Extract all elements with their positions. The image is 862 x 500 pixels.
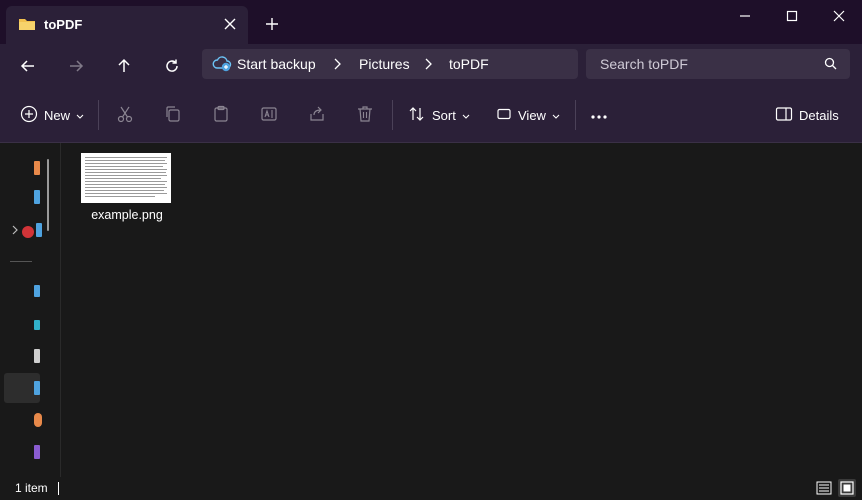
- share-icon: [308, 105, 326, 126]
- copy-button[interactable]: [164, 102, 182, 128]
- chevron-right-icon[interactable]: [424, 58, 432, 73]
- file-item[interactable]: example.png: [78, 151, 176, 229]
- search-placeholder: Search toPDF: [600, 56, 688, 72]
- arrow-up-icon[interactable]: [109, 52, 139, 80]
- breadcrumb-pictures[interactable]: Pictures: [359, 56, 410, 72]
- chevron-down-icon: [462, 108, 470, 123]
- onedrive-icon[interactable]: [36, 223, 42, 237]
- home-icon[interactable]: [34, 161, 40, 175]
- chevron-down-icon: [552, 108, 560, 123]
- plus-icon[interactable]: [262, 14, 282, 34]
- sort-button[interactable]: Sort: [408, 102, 470, 128]
- delete-icon: [356, 105, 374, 126]
- documents-icon[interactable]: [34, 349, 40, 363]
- status-bar: 1 item: [0, 477, 862, 500]
- toolbar-divider: [575, 100, 576, 130]
- close-icon[interactable]: [816, 0, 862, 32]
- breadcrumb-start-backup[interactable]: Start backup: [237, 56, 316, 72]
- search-icon[interactable]: [824, 57, 837, 73]
- details-button[interactable]: Details: [775, 102, 839, 128]
- paste-icon: [212, 105, 230, 126]
- paste-button[interactable]: [212, 102, 230, 128]
- cut-button[interactable]: [116, 102, 134, 128]
- minimize-icon[interactable]: [722, 0, 768, 32]
- toolbar-divider: [392, 100, 393, 130]
- refresh-icon[interactable]: [157, 52, 187, 80]
- details-label: Details: [799, 107, 839, 123]
- arrow-left-icon[interactable]: [13, 52, 43, 80]
- desktop-icon[interactable]: [34, 285, 40, 297]
- file-name: example.png: [91, 208, 163, 222]
- folder-icon: [18, 16, 36, 35]
- title-bar: toPDF: [0, 0, 862, 44]
- videos-icon[interactable]: [34, 445, 40, 459]
- more-options-button[interactable]: [590, 102, 608, 128]
- rename-button[interactable]: [260, 102, 278, 128]
- item-count: 1 item: [15, 481, 48, 495]
- arrow-right-icon[interactable]: [61, 52, 91, 80]
- navigation-pane[interactable]: [0, 143, 52, 477]
- downloads-icon[interactable]: [34, 320, 40, 330]
- sort-label: Sort: [432, 107, 456, 123]
- sort-icon: [408, 105, 426, 126]
- content-area: example.png: [0, 143, 862, 477]
- image-thumbnail: [81, 153, 171, 203]
- pictures-icon[interactable]: [34, 381, 40, 395]
- navigation-divider: [10, 261, 32, 262]
- ellipsis-icon: [590, 108, 608, 123]
- delete-button[interactable]: [356, 102, 374, 128]
- navigation-pane-scrollbar[interactable]: [47, 159, 49, 231]
- view-icon: [496, 106, 512, 125]
- tab-topdf[interactable]: toPDF: [6, 6, 248, 44]
- tiles-view-icon[interactable]: [838, 479, 856, 497]
- close-tab-icon[interactable]: [220, 14, 240, 34]
- rename-icon: [260, 105, 278, 126]
- cloud-backup-icon: [212, 55, 232, 76]
- pane-splitter[interactable]: [60, 143, 61, 477]
- error-badge-icon: [22, 226, 34, 238]
- details-view-icon[interactable]: [815, 479, 833, 497]
- new-button[interactable]: New: [20, 102, 84, 128]
- command-bar: New Sort View Details: [0, 88, 862, 143]
- details-pane-icon: [775, 106, 793, 125]
- gallery-icon[interactable]: [34, 190, 40, 204]
- navigation-bar: Start backup Pictures toPDF Search toPDF: [0, 44, 862, 88]
- music-icon[interactable]: [34, 413, 42, 427]
- breadcrumb-topdf[interactable]: toPDF: [449, 56, 489, 72]
- copy-icon: [164, 105, 182, 126]
- view-label: View: [518, 107, 546, 123]
- maximize-icon[interactable]: [769, 0, 815, 32]
- tab-title: toPDF: [44, 17, 83, 32]
- share-button[interactable]: [308, 102, 326, 128]
- plus-circle-icon: [20, 105, 38, 126]
- new-label: New: [44, 107, 71, 123]
- view-button[interactable]: View: [496, 102, 560, 128]
- toolbar-divider: [98, 100, 99, 130]
- chevron-down-icon: [76, 108, 84, 123]
- chevron-right-icon[interactable]: [333, 58, 341, 73]
- chevron-right-icon[interactable]: [12, 223, 18, 238]
- address-bar[interactable]: Start backup Pictures toPDF: [202, 49, 578, 79]
- status-divider: [58, 482, 59, 495]
- search-input[interactable]: Search toPDF: [586, 49, 850, 79]
- cut-icon: [116, 105, 134, 126]
